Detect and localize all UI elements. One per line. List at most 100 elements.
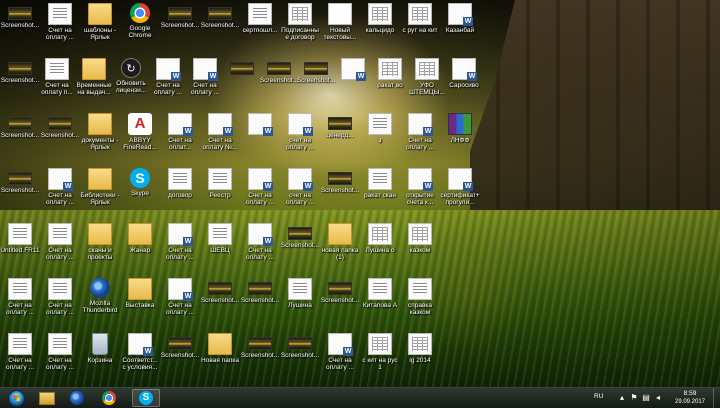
desktop-icon[interactable]: Счет на оплату ... [160,222,200,274]
desktop-icon[interactable]: Новый текстовы... [320,2,360,54]
desktop-icon[interactable]: Screenshot... [296,57,336,109]
show-hidden-icons-icon[interactable]: ▴ [618,394,626,402]
desktop-icon[interactable]: Временные на выдач... [74,57,114,109]
desktop-icon[interactable]: Счет на оплату №... [200,112,240,164]
desktop-icon[interactable]: Счет на оплату п... [37,57,77,109]
desktop-icon[interactable]: з [360,112,400,164]
desktop-icon[interactable]: Screenshot... [259,57,299,109]
desktop-icon[interactable]: Screenshot... [40,112,80,164]
taskbar-thunderbird-button[interactable] [63,389,91,407]
desktop-icon[interactable]: Screenshot... [0,2,40,54]
desktop-icon[interactable] [222,57,262,109]
desktop-icon[interactable]: Счет на оплату ... [40,277,80,329]
desktop-icon[interactable]: ракат во [370,57,410,109]
desktop-icon[interactable]: Screenshot... [0,167,40,219]
action-center-flag-icon[interactable]: ⚑ [630,394,638,402]
desktop-icon[interactable]: Подписанные договор на... [280,2,320,54]
desktop-icon[interactable]: Screenshot... [280,332,320,384]
desktop-icon[interactable]: сертификат+прогули... [440,167,480,219]
desktop-icon[interactable]: Screenshot... [200,2,240,54]
desktop-icon[interactable]: Счет на оплату ... [185,57,225,109]
desktop-icon[interactable]: Счет на оплату ... [240,167,280,219]
desktop-icon[interactable]: Screenshot... [0,57,40,109]
folder-icon [328,223,352,245]
desktop-icon[interactable]: Screenshot... [280,222,320,274]
desktop-icon[interactable]: Жанар [120,222,160,274]
desktop-icon[interactable]: Счет на оплату ... [40,2,80,54]
desktop-icon[interactable] [333,57,373,109]
desktop-icon[interactable]: счет на оплату ... [280,112,320,164]
desktop-icon[interactable]: счет на оплату ... [280,167,320,219]
desktop-icon[interactable]: новая папка (1) [320,222,360,274]
desktop-icon[interactable]: Счет на оплату ... [320,332,360,384]
desktop-icon[interactable]: ШЕВЦ [200,222,240,274]
language-indicator[interactable]: RU [594,393,603,400]
desktop-icon[interactable]: с рут на кит [400,2,440,54]
desktop-icon[interactable]: Саросиво [444,57,484,109]
desktop-icon[interactable]: Счет на оплату ... [148,57,188,109]
desktop-icon[interactable]: Счет на оплату ... [0,332,40,384]
desktop-icon[interactable]: Google Chrome [120,2,160,54]
word-doc-icon [448,3,473,26]
clock[interactable]: 8:59 29.09.2017 [670,390,710,406]
desktop-icon[interactable]: шаблоны - Ярлык [80,2,120,54]
desktop-icon[interactable]: открытие счета к... [400,167,440,219]
taskbar-chrome-button[interactable] [95,389,123,407]
desktop-icon[interactable]: Счет на оплату ... [40,167,80,219]
screenshot-icon [8,172,32,185]
desktop-icon[interactable]: ценерд... [320,112,360,164]
desktop-icon[interactable]: УФО ШТЕМЦЫ... [407,57,447,109]
desktop-icon[interactable]: Untitled.FR11 [0,222,40,274]
desktop-icon[interactable]: Счет на оплат... [160,112,200,164]
desktop-icon[interactable]: Соответст... с условия... [120,332,160,384]
network-icon[interactable]: ▤ [642,394,650,402]
desktop-icon[interactable]: Новая папка [200,332,240,384]
desktop-icon[interactable]: Screenshot... [240,277,280,329]
desktop-icon[interactable]: договор [160,167,200,219]
desktop-icon[interactable]: Screenshot... [160,332,200,384]
desktop-icon[interactable]: Счет на оплату ... [40,332,80,384]
desktop-icon[interactable]: Счет на оплату ... [240,222,280,274]
show-desktop-button[interactable] [713,388,720,408]
volume-icon[interactable]: ◂ [654,394,662,402]
start-button[interactable] [3,389,29,407]
desktop-icon[interactable]: Корзина [80,332,120,384]
desktop-icon[interactable]: документы - Ярлык [80,112,120,164]
desktop-icon[interactable] [240,112,280,164]
desktop-icon[interactable]: Screenshot... [160,2,200,54]
desktop-icon[interactable]: Лушина о [360,222,400,274]
desktop-icon-label: договор [168,192,192,199]
desktop-icon[interactable]: справка казком [400,277,440,329]
desktop-icon[interactable]: с кит на рус 1 [360,332,400,384]
desktop-icon[interactable]: Счет на оплату ... [400,112,440,164]
desktop-icon[interactable]: Лушина [280,277,320,329]
desktop-icon[interactable]: A ABBYY FineRead... [120,112,160,164]
desktop-icon[interactable]: Реестр [200,167,240,219]
desktop-icon[interactable]: S Skype [120,167,160,219]
desktop-icon[interactable]: Mozilla Thunderbird [80,277,120,329]
desktop-icon[interactable]: Screenshot... [240,332,280,384]
desktop-icon[interactable]: казком [400,222,440,274]
desktop-icon[interactable]: Screenshot... [200,277,240,329]
desktop-icon[interactable]: ig 2014 [400,332,440,384]
desktop-icon[interactable]: Счет на оплату ... [40,222,80,274]
desktop-icon[interactable]: ЛНФФ [440,112,480,164]
desktop-icon[interactable]: сканы и проекты [80,222,120,274]
desktop-icon[interactable]: ракат скан [360,167,400,219]
taskbar-explorer-button[interactable] [33,389,61,407]
desktop-icon[interactable]: Казанбай [440,2,480,54]
desktop-icon[interactable]: Библиотеки - Ярлык [80,167,120,219]
desktop-icon[interactable]: сертпошл... [240,2,280,54]
desktop-icon[interactable]: Выставка [120,277,160,329]
desktop-icon[interactable]: Счет на оплату ... [160,277,200,329]
desktop-icon[interactable]: Счет на оплату ... [0,277,40,329]
taskbar-skype-button[interactable]: S [132,389,160,407]
desktop-icon-label: Временные на выдач... [76,82,112,96]
desktop-icon[interactable]: ↻ Обновить лицензи... [111,57,151,109]
desktop-icon[interactable]: Screenshot... [0,112,40,164]
desktop-icon[interactable]: кальцидо [360,2,400,54]
desktop-icon[interactable]: Screenshot... [320,277,360,329]
document-icon [288,278,312,300]
desktop-icon[interactable]: Screenshot... [320,167,360,219]
desktop-icon[interactable]: Китапова А [360,277,400,329]
